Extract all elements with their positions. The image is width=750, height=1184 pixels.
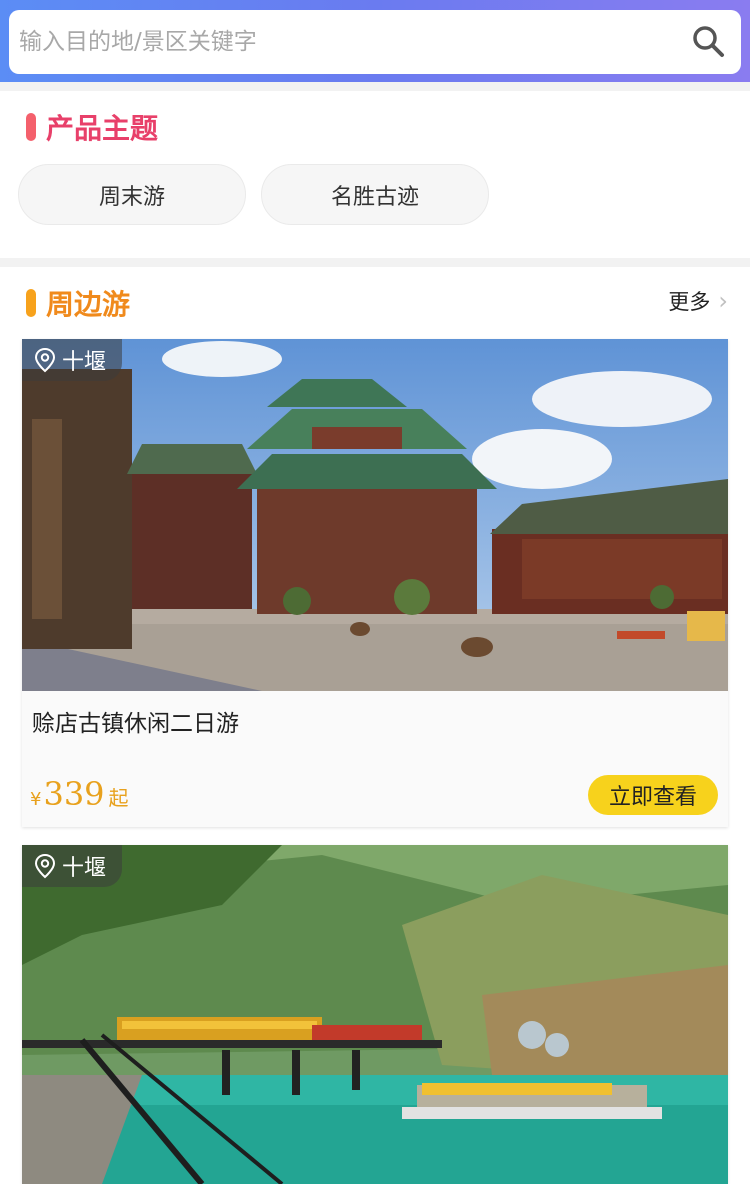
river-gorge-photo — [22, 845, 728, 1184]
price-value: 339 — [43, 775, 105, 813]
tag-weekend-trip[interactable]: 周末游 — [18, 164, 246, 225]
tour-card[interactable]: 十堰 赊店古镇休闲二日游 ¥ 339 起 立即查看 — [22, 339, 728, 827]
divider — [0, 258, 750, 267]
tour-price: ¥ 339 起 — [30, 775, 129, 813]
nearby-section-title: 周边游 — [46, 288, 131, 321]
chevron-right-icon: › — [718, 287, 728, 315]
currency-symbol: ¥ — [30, 789, 42, 810]
tour-title[interactable]: 赊店古镇休闲二日游 — [32, 704, 239, 738]
tag-historic-sites[interactable]: 名胜古迹 — [261, 164, 489, 225]
location-pin-icon — [34, 853, 56, 879]
ancient-town-photo — [22, 339, 728, 691]
section-accent-bar — [26, 113, 36, 141]
search-box[interactable] — [9, 10, 741, 74]
theme-section-title: 产品主题 — [46, 112, 159, 145]
section-accent-bar — [26, 289, 36, 317]
search-header — [0, 0, 750, 82]
more-label: 更多 — [668, 290, 711, 314]
location-pin-icon — [34, 347, 56, 373]
location-badge: 十堰 — [22, 339, 123, 381]
location-label: 十堰 — [62, 350, 107, 375]
tour-image[interactable]: 十堰 — [22, 845, 728, 1184]
search-input[interactable] — [19, 10, 679, 74]
location-label: 十堰 — [62, 856, 107, 881]
tour-image[interactable]: 十堰 — [22, 339, 728, 691]
view-now-button[interactable]: 立即查看 — [588, 775, 718, 815]
price-suffix: 起 — [108, 786, 129, 810]
more-link[interactable]: 更多 › — [668, 286, 728, 316]
divider — [0, 82, 750, 91]
search-icon[interactable] — [691, 24, 725, 58]
tour-card[interactable]: 十堰 — [22, 845, 728, 1184]
location-badge: 十堰 — [22, 845, 123, 887]
